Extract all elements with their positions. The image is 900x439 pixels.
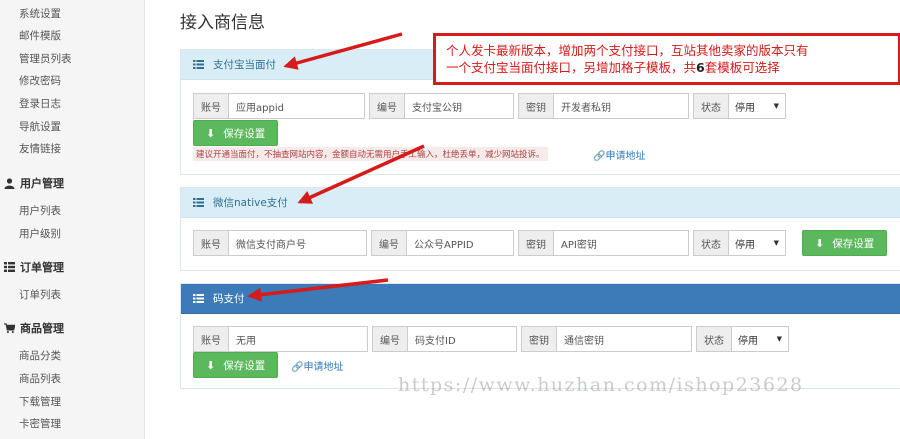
sidebar-item-friend-links[interactable]: 友情链接 <box>19 141 61 156</box>
save-button[interactable]: ⬇ 保存设置 <box>193 120 279 146</box>
key-label: 密钥 <box>521 326 556 352</box>
save-button-label: 保存设置 <box>832 237 875 250</box>
number-field[interactable]: 码支付ID <box>407 326 517 352</box>
config-row: 账号 微信支付商户号 编号 公众号APPID 密钥 API密钥 状态 停用 ▼ <box>193 230 790 256</box>
panel-wechat: 微信native支付 账号 微信支付商户号 编号 公众号APPID 密钥 API密钥 … <box>180 187 900 271</box>
sidebar-group-label: 订单管理 <box>20 261 64 274</box>
account-label: 账号 <box>193 230 228 256</box>
list-icon <box>193 198 204 207</box>
panel-title: 码支付 <box>213 293 245 305</box>
sidebar-item-order-list[interactable]: 订单列表 <box>19 287 61 302</box>
save-button[interactable]: ⬇ 保存设置 <box>802 230 888 256</box>
panel-header: 码支付 <box>181 284 900 314</box>
caret-down-icon: ▼ <box>776 335 782 343</box>
account-field[interactable]: 微信支付商户号 <box>228 230 367 256</box>
panel-title: 支付宝当面付 <box>213 59 276 71</box>
list-icon <box>193 294 204 303</box>
status-label: 状态 <box>693 230 728 256</box>
number-field[interactable]: 公众号APPID <box>406 230 514 256</box>
number-field[interactable]: 支付宝公钥 <box>404 93 514 119</box>
sidebar-item-user-level[interactable]: 用户级别 <box>19 226 61 241</box>
user-icon <box>4 177 15 189</box>
watermark: https://www.huzhan.com/ishop23628 <box>398 374 804 396</box>
panel-title: 微信native支付 <box>213 197 288 209</box>
sidebar-item-product-category[interactable]: 商品分类 <box>19 348 61 363</box>
list-icon <box>193 60 204 69</box>
status-value: 停用 <box>735 102 755 114</box>
annotation-box: 个人发卡最新版本，增加两个支付接口，互站其他卖家的版本只有 一个支付宝当面付接口… <box>433 33 900 85</box>
download-icon: ⬇ <box>206 126 216 140</box>
status-select[interactable]: 停用 ▼ <box>728 93 786 119</box>
key-field[interactable]: 通信密钥 <box>556 326 692 352</box>
number-label: 编号 <box>371 230 406 256</box>
list-icon <box>4 262 15 273</box>
sidebar-item-card-manage[interactable]: 卡密管理 <box>19 416 61 431</box>
apply-link[interactable]: 🔗申请地址 <box>291 358 343 373</box>
number-label: 编号 <box>372 326 407 352</box>
key-field[interactable]: API密钥 <box>553 230 689 256</box>
sidebar-group-label: 商品管理 <box>20 322 64 335</box>
caret-down-icon: ▼ <box>773 102 779 110</box>
sidebar-item-nav-settings[interactable]: 导航设置 <box>19 119 61 134</box>
sidebar-item-admin-list[interactable]: 管理员列表 <box>19 51 72 66</box>
account-label: 账号 <box>193 93 228 119</box>
status-select[interactable]: 停用 ▼ <box>728 230 786 256</box>
config-row: 账号 应用appid 编号 支付宝公钥 密钥 开发者私钥 状态 停用 ▼ <box>193 93 790 119</box>
link-icon: 🔗 <box>593 151 606 162</box>
annotation-line-1: 个人发卡最新版本，增加两个支付接口，互站其他卖家的版本只有 <box>446 43 809 58</box>
cart-icon <box>4 322 15 334</box>
config-row: 账号 无用 编号 码支付ID 密钥 通信密钥 状态 停用 ▼ <box>193 326 793 352</box>
key-label: 密钥 <box>518 230 553 256</box>
sidebar-item-download-manage[interactable]: 下载管理 <box>19 394 61 409</box>
save-button-label: 保存设置 <box>223 359 266 372</box>
status-label: 状态 <box>696 326 731 352</box>
annotation-line-2b: 套模板可选择 <box>704 60 780 75</box>
apply-link-label: 申请地址 <box>605 151 646 162</box>
download-icon: ⬇ <box>815 236 825 250</box>
sidebar-item-product-list[interactable]: 商品列表 <box>19 371 61 386</box>
status-value: 停用 <box>735 239 755 251</box>
sidebar-item-login-log[interactable]: 登录日志 <box>19 96 61 111</box>
annotation-line-2: 一个支付宝当面付接口，另增加格子模板，共6套模板可选择 <box>446 59 888 76</box>
download-icon: ⬇ <box>206 358 216 372</box>
key-field[interactable]: 开发者私钥 <box>553 93 689 119</box>
sidebar-group-label: 用户管理 <box>20 177 64 190</box>
panel-header: 微信native支付 <box>181 188 900 218</box>
account-label: 账号 <box>193 326 228 352</box>
key-label: 密钥 <box>518 93 553 119</box>
sidebar-item-change-password[interactable]: 修改密码 <box>19 73 61 88</box>
save-button[interactable]: ⬇ 保存设置 <box>193 352 279 378</box>
apply-link[interactable]: 🔗申请地址 <box>593 147 645 162</box>
status-value: 停用 <box>738 335 758 347</box>
account-field[interactable]: 无用 <box>228 326 368 352</box>
sidebar-group-orders[interactable]: 订单管理 <box>4 259 64 275</box>
note-text: 建议开通当面付，不抽查网站内容，金额自动无需用户手工输入，杜绝丢单，减少网站投诉… <box>193 147 548 161</box>
sidebar-group-users[interactable]: 用户管理 <box>4 175 64 191</box>
sidebar: 系统设置 邮件模版 管理员列表 修改密码 登录日志 导航设置 友情链接 用户管理… <box>0 0 145 439</box>
annotation-glyph: 6 <box>696 60 705 75</box>
caret-down-icon: ▼ <box>773 239 779 247</box>
number-label: 编号 <box>369 93 404 119</box>
annotation-line-2a: 一个支付宝当面付接口，另增加格子模板，共 <box>446 60 697 75</box>
sidebar-item-user-list[interactable]: 用户列表 <box>19 203 61 218</box>
sidebar-group-products[interactable]: 商品管理 <box>4 320 64 336</box>
save-button-label: 保存设置 <box>223 127 266 140</box>
link-icon: 🔗 <box>291 362 304 373</box>
apply-link-label: 申请地址 <box>303 362 344 373</box>
sidebar-item-system-settings[interactable]: 系统设置 <box>19 6 61 21</box>
page-title: 接入商信息 <box>180 13 265 33</box>
sidebar-item-mail-template[interactable]: 邮件模版 <box>19 28 61 43</box>
status-label: 状态 <box>693 93 728 119</box>
account-field[interactable]: 应用appid <box>228 93 365 119</box>
status-select[interactable]: 停用 ▼ <box>731 326 789 352</box>
